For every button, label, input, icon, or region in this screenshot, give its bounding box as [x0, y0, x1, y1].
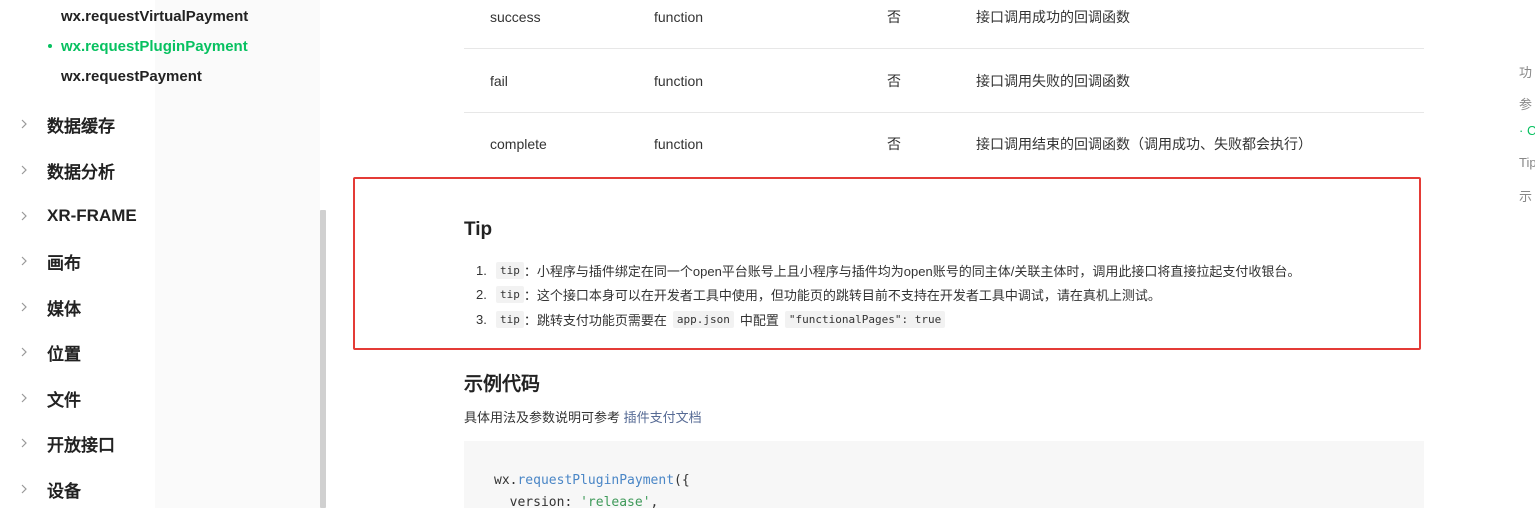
param-desc: 接口调用成功的回调函数: [976, 8, 1130, 25]
tip-text: ：这个接口本身可以在开发者工具中使用，但功能页的跳转目前不支持在开发者工具中调试…: [523, 288, 1161, 303]
sidebar-group-analysis[interactable]: 数据分析: [0, 155, 300, 185]
param-name: complete: [490, 136, 547, 152]
sidebar-group-open-api[interactable]: 开放接口: [0, 428, 300, 458]
sidebar-scrollbar[interactable]: [320, 210, 326, 508]
code-function: requestPluginPayment: [517, 473, 675, 488]
sidebar-group-label: 开放接口: [47, 435, 115, 455]
sidebar-group-storage[interactable]: 数据缓存: [0, 109, 300, 139]
param-type: function: [654, 72, 704, 89]
chevron-right-icon: [21, 484, 45, 494]
example-description: 具体用法及参数说明可参考 插件支付文档: [464, 407, 702, 426]
tip-list-item: 3. tip ：跳转支付功能页需要在 app.json 中配置 "functio…: [476, 310, 946, 329]
code-line: version: 'release',: [494, 495, 659, 508]
toc-item[interactable]: 示: [1519, 186, 1532, 205]
param-type: function: [654, 136, 704, 152]
sidebar-group-label: 位置: [47, 344, 81, 364]
table-row: success function 否 接口调用成功的回调函数: [464, 0, 1424, 49]
toc-item[interactable]: 参: [1519, 94, 1532, 113]
param-desc: 接口调用失败的回调函数: [976, 72, 1130, 89]
toc-item-active[interactable]: · C: [1519, 123, 1535, 138]
sidebar-group-label: 数据缓存: [47, 116, 115, 136]
inline-code-app-json: app.json: [672, 311, 734, 328]
code-string: 'release': [580, 495, 651, 508]
sidebar-group-file[interactable]: 文件: [0, 383, 300, 413]
plugin-payment-doc-link[interactable]: 插件支付文档: [624, 410, 702, 425]
param-desc: 接口调用结束的回调函数（调用成功、失败都会执行）: [976, 136, 1312, 152]
sidebar-group-label: 设备: [47, 481, 81, 501]
inline-code-functional-pages: "functionalPages": true: [784, 311, 946, 328]
sidebar-group-label: 文件: [47, 390, 81, 410]
sidebar-group-media[interactable]: 媒体: [0, 292, 300, 322]
tip-text: ：跳转支付功能页需要在: [523, 313, 667, 328]
tip-heading: Tip: [464, 219, 493, 240]
list-number: 1.: [476, 263, 487, 278]
sidebar-item-request-payment[interactable]: wx.requestPayment: [61, 68, 202, 85]
code-block: wx.requestPluginPayment({ version: 'rele…: [464, 441, 1424, 508]
sidebar-group-label: XR-FRAME: [47, 206, 137, 225]
sidebar-group-label: 媒体: [47, 299, 81, 319]
chevron-right-icon: [21, 393, 45, 403]
chevron-right-icon: [21, 302, 45, 312]
code-token: version:: [494, 495, 581, 508]
param-required: 否: [887, 8, 901, 25]
sidebar-group-canvas[interactable]: 画布: [0, 246, 300, 276]
code-token: ,: [650, 495, 659, 508]
active-bullet-icon: [48, 44, 52, 48]
table-row: fail function 否 接口调用失败的回调函数: [464, 49, 1424, 113]
param-name: success: [490, 8, 541, 25]
sidebar-item-request-plugin-payment[interactable]: wx.requestPluginPayment: [61, 38, 248, 55]
param-required: 否: [887, 136, 901, 152]
tip-text: ：小程序与插件绑定在同一个open平台账号上且小程序与插件均为open账号的同主…: [523, 264, 1301, 279]
toc-item[interactable]: Tip: [1519, 155, 1535, 170]
chevron-right-icon: [21, 165, 45, 175]
chevron-right-icon: [21, 211, 45, 221]
chevron-right-icon: [21, 438, 45, 448]
sidebar-group-label: 画布: [47, 253, 81, 273]
example-desc-text: 具体用法及参数说明可参考: [464, 410, 621, 425]
sidebar-nav: wx.requestVirtualPayment wx.requestPlugi…: [0, 0, 330, 508]
code-token: ({: [674, 473, 690, 488]
param-required: 否: [887, 72, 901, 89]
param-type: function: [654, 8, 704, 25]
code-line: wx.requestPluginPayment({: [494, 473, 690, 488]
list-number: 3.: [476, 312, 487, 327]
tip-list-item: 2. tip ：这个接口本身可以在开发者工具中使用，但功能页的跳转目前不支持在开…: [476, 285, 1161, 304]
chevron-right-icon: [21, 347, 45, 357]
chevron-right-icon: [21, 256, 45, 266]
tip-code-tag: tip: [496, 311, 524, 328]
sidebar-group-location[interactable]: 位置: [0, 337, 300, 367]
list-number: 2.: [476, 287, 487, 302]
sidebar-group-label: 数据分析: [47, 162, 115, 182]
toc-item[interactable]: 功: [1519, 62, 1532, 81]
tip-text-mid: 中配置: [739, 313, 779, 328]
tip-code-tag: tip: [496, 286, 524, 303]
tip-code-tag: tip: [496, 262, 524, 279]
sidebar-item-request-virtual-payment[interactable]: wx.requestVirtualPayment: [61, 8, 248, 25]
tip-list-item: 1. tip ：小程序与插件绑定在同一个open平台账号上且小程序与插件均为op…: [476, 261, 1300, 280]
example-heading: 示例代码: [464, 374, 541, 395]
sidebar-group-device[interactable]: 设备: [0, 474, 300, 504]
sidebar-group-xr-frame[interactable]: XR-FRAME: [0, 201, 300, 231]
chevron-right-icon: [21, 119, 45, 129]
table-row: complete function 否 接口调用结束的回调函数（调用成功、失败都…: [464, 112, 1424, 176]
param-name: fail: [490, 72, 508, 89]
code-token: wx.: [494, 473, 518, 488]
